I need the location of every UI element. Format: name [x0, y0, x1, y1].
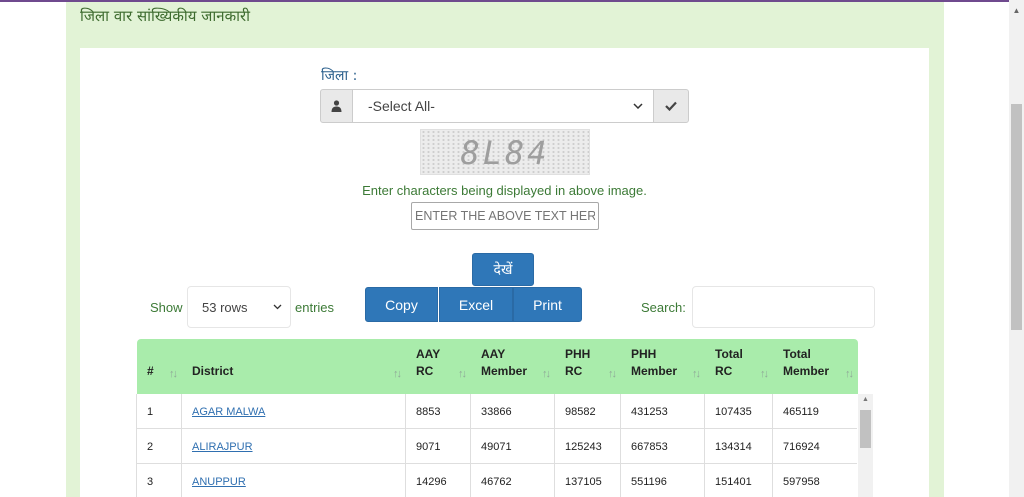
cell-total-rc: 134314: [704, 429, 772, 464]
cell-index: 2: [136, 429, 181, 464]
cell-phh-rc: 98582: [554, 394, 620, 429]
chevron-down-icon: [273, 304, 282, 310]
captcha-text: 8L84: [460, 134, 550, 172]
table-scrollbar[interactable]: ▲: [858, 394, 873, 497]
report-panel: जिला : -Select All- 8L84 Enter character…: [80, 48, 929, 497]
table-row: 1 AGAR MALWA 8853 33866 98582 431253 107…: [136, 394, 857, 429]
cell-aay-member: 46762: [470, 464, 554, 497]
cell-index: 3: [136, 464, 181, 497]
cell-aay-rc: 14296: [405, 464, 470, 497]
cell-total-member: 597958: [772, 464, 857, 497]
table-header: # ↑↓ District ↑↓ AAY RC ↑↓ AAY Member ↑↓ PHH RC…: [137, 339, 858, 394]
copy-button[interactable]: Copy: [365, 287, 438, 322]
view-button[interactable]: देखें: [472, 253, 534, 286]
cell-aay-rc: 9071: [405, 429, 470, 464]
captcha-image: 8L84: [420, 129, 590, 175]
cell-phh-rc: 137105: [554, 464, 620, 497]
cell-total-rc: 107435: [704, 394, 772, 429]
district-select-value: -Select All-: [368, 98, 435, 114]
column-header-total-member[interactable]: Total Member ↑↓: [773, 339, 858, 394]
cell-district: ALIRAJPUR: [181, 429, 405, 464]
district-select[interactable]: -Select All-: [353, 89, 653, 123]
column-header-phh-member[interactable]: PHH Member ↑↓: [621, 339, 705, 394]
sort-icon: ↑↓: [692, 368, 701, 380]
show-label: Show: [150, 300, 183, 315]
sort-icon: ↑↓: [169, 368, 178, 380]
cell-total-member: 716924: [772, 429, 857, 464]
column-header-district[interactable]: District ↑↓: [182, 339, 406, 394]
cell-total-member: 465119: [772, 394, 857, 429]
sort-icon: ↑↓: [760, 368, 769, 380]
table-body: 1 AGAR MALWA 8853 33866 98582 431253 107…: [136, 394, 857, 497]
district-link[interactable]: ANUPPUR: [192, 476, 246, 488]
search-label: Search:: [641, 300, 686, 315]
rows-per-page-select[interactable]: 53 rows: [187, 286, 291, 328]
scroll-up-icon[interactable]: ▲: [1009, 6, 1024, 15]
cell-district: ANUPPUR: [181, 464, 405, 497]
page-title: जिला वार सांख्यिकीय जानकारी: [80, 7, 250, 25]
sort-icon: ↑↓: [458, 368, 467, 380]
cell-index: 1: [136, 394, 181, 429]
excel-button[interactable]: Excel: [439, 287, 513, 322]
sort-icon: ↑↓: [845, 368, 854, 380]
table-row: 3 ANUPPUR 14296 46762 137105 551196 1514…: [136, 464, 857, 497]
check-icon[interactable]: [653, 89, 689, 123]
cell-phh-member: 667853: [620, 429, 704, 464]
cell-aay-rc: 8853: [405, 394, 470, 429]
entries-label: entries: [295, 300, 335, 315]
cell-phh-member: 431253: [620, 394, 704, 429]
sort-icon: ↑↓: [393, 368, 402, 380]
sort-icon: ↑↓: [608, 368, 617, 380]
table-row: 2 ALIRAJPUR 9071 49071 125243 667853 134…: [136, 429, 857, 464]
page-scrollbar-thumb[interactable]: [1011, 104, 1022, 330]
sort-icon: ↑↓: [542, 368, 551, 380]
page-scrollbar[interactable]: ▲: [1009, 0, 1024, 497]
cell-phh-rc: 125243: [554, 429, 620, 464]
content-section: जिला वार सांख्यिकीय जानकारी जिला : -Sele…: [66, 2, 944, 497]
captcha-input[interactable]: [411, 202, 599, 230]
column-header-total-rc[interactable]: Total RC ↑↓: [705, 339, 773, 394]
district-label: जिला :: [321, 68, 358, 84]
cell-aay-member: 33866: [470, 394, 554, 429]
search-input[interactable]: [692, 286, 875, 328]
user-icon: [320, 89, 353, 123]
chevron-down-icon: [633, 103, 643, 109]
column-header-aay-rc[interactable]: AAY RC ↑↓: [406, 339, 471, 394]
cell-aay-member: 49071: [470, 429, 554, 464]
rows-select-value: 53 rows: [202, 299, 248, 315]
column-header-phh-rc[interactable]: PHH RC ↑↓: [555, 339, 621, 394]
district-link[interactable]: AGAR MALWA: [192, 406, 265, 418]
cell-total-rc: 151401: [704, 464, 772, 497]
captcha-hint: Enter characters being displayed in abov…: [362, 183, 647, 198]
print-button[interactable]: Print: [513, 287, 582, 322]
cell-phh-member: 551196: [620, 464, 704, 497]
column-header-aay-member[interactable]: AAY Member ↑↓: [471, 339, 555, 394]
scroll-up-icon[interactable]: ▲: [858, 396, 873, 406]
column-header-index[interactable]: # ↑↓: [137, 339, 182, 394]
district-select-group: -Select All-: [320, 89, 689, 123]
cell-district: AGAR MALWA: [181, 394, 405, 429]
district-link[interactable]: ALIRAJPUR: [192, 441, 253, 453]
table-scrollbar-thumb[interactable]: [860, 410, 871, 448]
